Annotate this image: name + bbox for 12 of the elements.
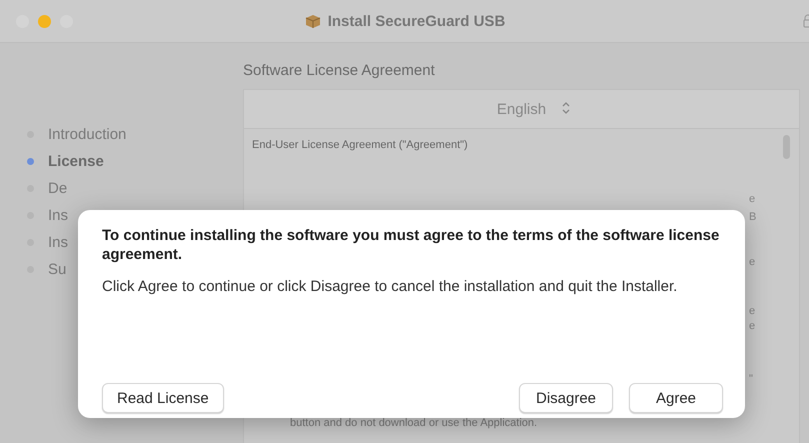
license-text: B [749,211,756,223]
license-text: End-User License Agreement ("Agreement") [252,139,469,151]
license-text: e [749,320,756,332]
alert-message: Click Agree to continue or click Disagree to cancel the installation and quit the Installer. [102,277,678,296]
license-text: button and do not download or use the Application. [290,417,538,429]
section-heading: Software License Agreement [243,62,436,79]
license-text: e [749,193,756,205]
window-title: Install SecureGuard USB [328,12,506,30]
license-text: e [749,305,756,317]
license-text: e [749,256,756,268]
license-text: " [749,373,754,385]
alert-title: To continue installing the software you must agree to the terms of the software license agreement. [102,226,720,264]
